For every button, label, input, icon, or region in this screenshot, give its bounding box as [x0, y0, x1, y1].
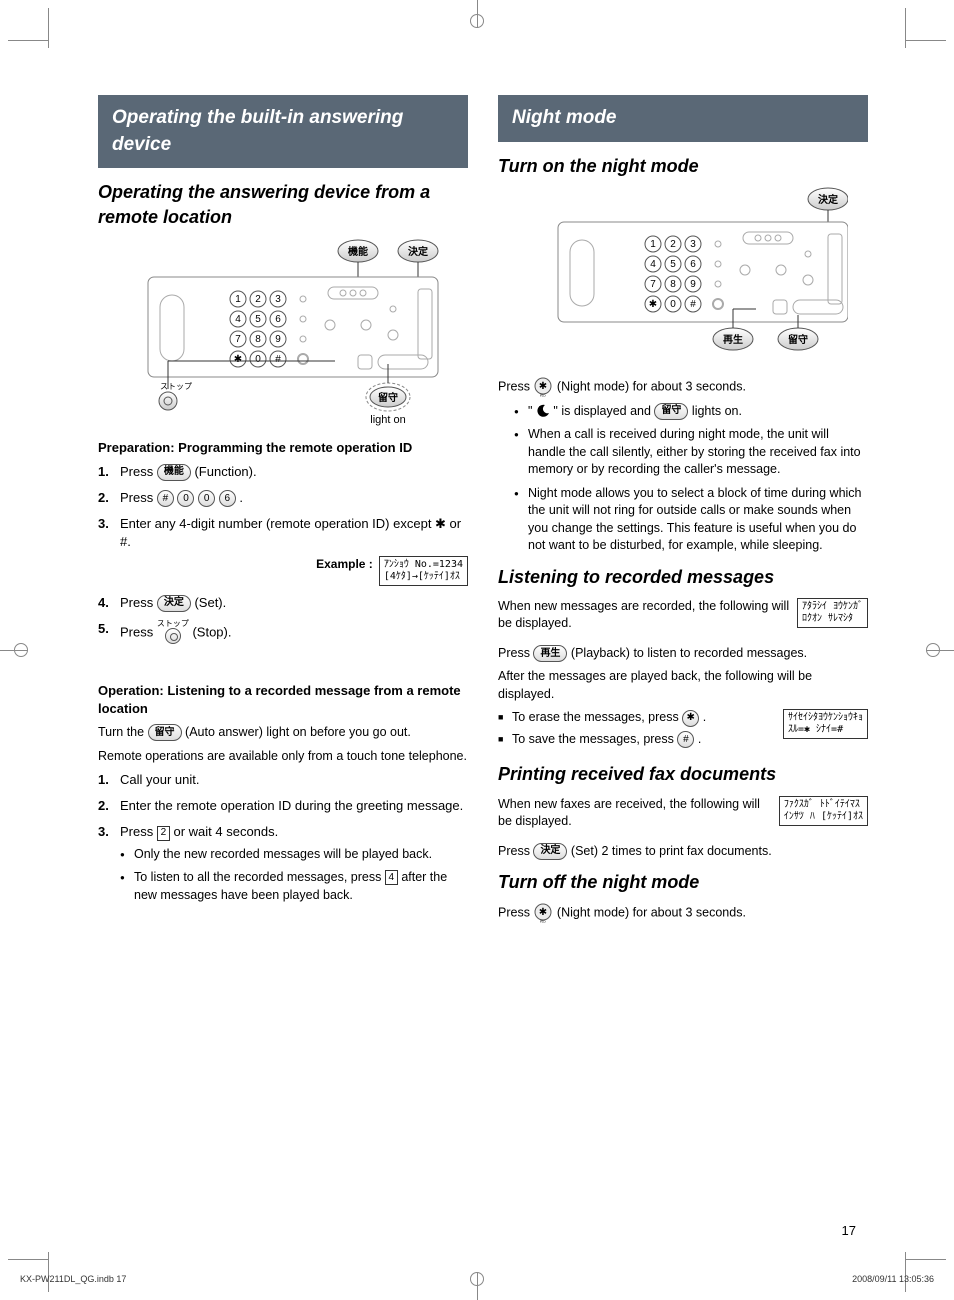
h2-night-on: Turn on the night mode	[498, 154, 868, 179]
svg-text:9: 9	[275, 334, 281, 345]
page-number: 17	[842, 1222, 856, 1240]
prep-step-3: Enter any 4-digit number (remote operati…	[98, 515, 468, 585]
op-line-2: Remote operations are available only fro…	[98, 748, 468, 766]
set-button: 決定	[533, 843, 567, 860]
h2-print: Printing received fax documents	[498, 762, 868, 787]
svg-text:決定: 決定	[408, 245, 428, 258]
svg-text:#: #	[275, 354, 281, 365]
svg-text:ﾔｶﾝ: ﾔｶﾝ	[540, 919, 546, 923]
svg-text:5: 5	[255, 314, 261, 325]
svg-text:#: #	[690, 299, 696, 310]
svg-text:✱: ✱	[539, 907, 547, 918]
svg-text:3: 3	[690, 239, 696, 250]
op-step-3: Press 2 or wait 4 seconds. Only the new …	[98, 823, 468, 904]
device-diagram-left: 機能 決定 1 2 3 4 5 6 7 8 9 ✱ 0 #	[118, 239, 448, 429]
example-label: Example :	[316, 556, 373, 573]
left-column: Operating the built-in answering device …	[98, 95, 468, 929]
key-hash: #	[157, 490, 174, 507]
svg-text:2: 2	[255, 294, 261, 305]
svg-text:light on: light on	[370, 414, 405, 426]
night-mode-icon: ✱ ﾔｶﾝ	[533, 377, 553, 397]
op-heading: Operation: Listening to a recorded messa…	[98, 682, 468, 718]
rusu-button: 留守	[654, 403, 688, 420]
svg-text:ストップ: ストップ	[160, 382, 192, 391]
key-6: 6	[219, 490, 236, 507]
footer-left: KX-PW211DL_QG.indb 17	[20, 1273, 126, 1286]
key-2: 2	[157, 826, 170, 841]
op-steps: Call your unit. Enter the remote operati…	[98, 771, 468, 904]
svg-text:8: 8	[670, 279, 676, 290]
svg-text:7: 7	[235, 334, 241, 345]
prep-steps: Press 機能 (Function). Press # 0 0 6 . Ent…	[98, 463, 468, 646]
night-bullet-1: " " is displayed and 留守 lights on.	[514, 403, 868, 421]
svg-text:6: 6	[690, 259, 696, 270]
key-0: 0	[198, 490, 215, 507]
band-left: Operating the built-in answering device	[98, 95, 468, 168]
svg-text:✱: ✱	[649, 299, 657, 310]
key-4: 4	[385, 870, 398, 885]
h2-remote: Operating the answering device from a re…	[98, 180, 468, 230]
svg-text:0: 0	[255, 354, 261, 365]
night-off-line: Press ✱ ﾔｶﾝ (Night mode) for about 3 sec…	[498, 903, 868, 923]
svg-text:再生: 再生	[723, 333, 743, 346]
svg-text:✱: ✱	[539, 381, 547, 392]
svg-text:4: 4	[650, 259, 656, 270]
night-bullet-3: Night mode allows you to select a block …	[514, 485, 868, 555]
function-button: 機能	[157, 464, 191, 481]
example-lcd: ｱﾝｼｮｳ No.=1234 [4ｹﾀ]→[ｹｯﾃｲ]ｵｽ	[379, 556, 468, 586]
svg-text:9: 9	[690, 279, 696, 290]
prep-heading: Preparation: Programming the remote oper…	[98, 439, 468, 457]
h2-night-off: Turn off the night mode	[498, 870, 868, 895]
svg-text:1: 1	[650, 239, 656, 250]
svg-text:4: 4	[235, 314, 241, 325]
svg-text:✱: ✱	[234, 354, 242, 365]
key-star: ✱	[682, 710, 699, 727]
right-column: Night mode Turn on the night mode 決定 1 2…	[498, 95, 868, 929]
auto-answer-button: 留守	[148, 724, 182, 741]
band-right: Night mode	[498, 95, 868, 142]
key-0: 0	[177, 490, 194, 507]
h2-listen: Listening to recorded messages	[498, 565, 868, 590]
svg-text:2: 2	[670, 239, 676, 250]
svg-text:機能: 機能	[348, 245, 368, 258]
prep-step-4: Press 決定 (Set).	[98, 594, 468, 612]
print-p2: Press 決定 (Set) 2 times to print fax docu…	[498, 843, 868, 861]
night-bullet-2: When a call is received during night mod…	[514, 426, 868, 479]
op-step-3-bullet-1: Only the new recorded messages will be p…	[120, 846, 468, 864]
svg-text:決定: 決定	[818, 193, 838, 206]
svg-text:6: 6	[275, 314, 281, 325]
stop-button: ストップ	[157, 620, 189, 646]
op-step-2: Enter the remote operation ID during the…	[98, 797, 468, 815]
svg-text:8: 8	[255, 334, 261, 345]
device-diagram-right: 決定 1 2 3 4 5 6 7 8 9 ✱ 0 #	[518, 187, 848, 367]
erase-line: To erase the messages, press ✱ .	[498, 709, 868, 727]
night-on-line: Press ✱ ﾔｶﾝ (Night mode) for about 3 sec…	[498, 377, 868, 397]
svg-text:5: 5	[670, 259, 676, 270]
op-line-1: Turn the 留守 (Auto answer) light on befor…	[98, 724, 468, 742]
listen-lcd-1: ｱﾀﾗｼｲ ﾖｳｹﾝｶﾞ ﾛｸｵﾝ ｻﾚﾏｼﾀ	[797, 598, 868, 628]
listen-p2: Press 再生 (Playback) to listen to recorde…	[498, 645, 868, 663]
svg-text:0: 0	[670, 299, 676, 310]
night-mode-icon: ✱ ﾔｶﾝ	[533, 903, 553, 923]
key-hash: #	[677, 731, 694, 748]
listen-p3: After the messages are played back, the …	[498, 668, 868, 703]
save-line: To save the messages, press # .	[498, 731, 868, 749]
op-step-3-bullet-2: To listen to all the recorded messages, …	[120, 869, 468, 904]
svg-text:7: 7	[650, 279, 656, 290]
svg-text:3: 3	[275, 294, 281, 305]
svg-text:留守: 留守	[788, 333, 808, 346]
moon-icon	[536, 404, 550, 418]
svg-text:留守: 留守	[378, 391, 398, 404]
op-step-1: Call your unit.	[98, 771, 468, 789]
prep-step-5: Press ストップ (Stop).	[98, 620, 468, 646]
svg-text:ﾔｶﾝ: ﾔｶﾝ	[540, 393, 546, 397]
print-lcd: ﾌｧｸｽｶﾞ ﾄﾄﾞｲﾃｲﾏｽ ｲﾝｻﾂ ﾊ [ｹｯﾃｲ]ｵｽ	[779, 796, 868, 826]
playback-button: 再生	[533, 645, 567, 662]
prep-step-2: Press # 0 0 6 .	[98, 489, 468, 507]
footer-right: 2008/09/11 13:05:36	[852, 1273, 934, 1286]
set-button: 決定	[157, 595, 191, 612]
prep-step-1: Press 機能 (Function).	[98, 463, 468, 481]
svg-text:1: 1	[235, 294, 241, 305]
